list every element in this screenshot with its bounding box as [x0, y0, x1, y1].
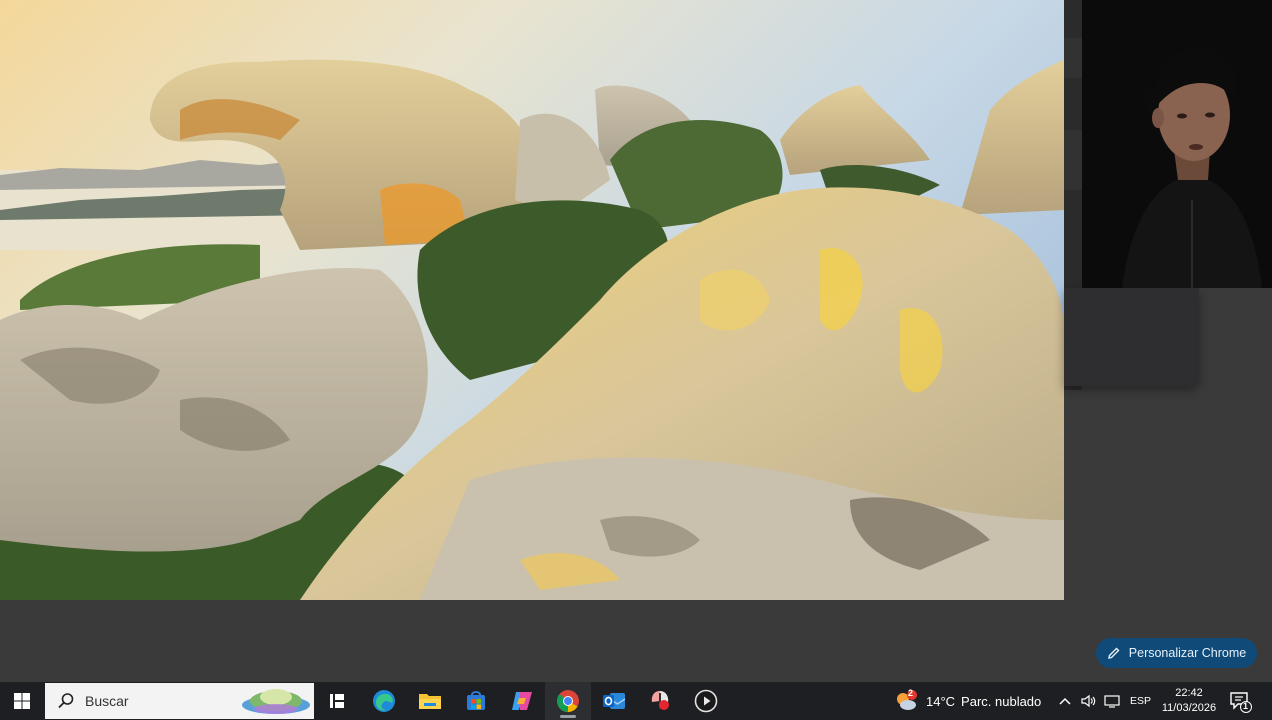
wallpaper-photo — [0, 0, 1064, 600]
chrome-side-panel — [1064, 288, 1199, 386]
clock-time: 22:42 — [1175, 687, 1203, 699]
media-player-button[interactable] — [683, 682, 729, 720]
file-explorer-button[interactable] — [407, 682, 453, 720]
pencil-icon — [1107, 647, 1120, 659]
personalize-chrome-label: Personalizar Chrome — [1128, 646, 1247, 660]
windows-logo-icon — [14, 693, 30, 709]
chrome-icon — [557, 690, 579, 712]
weather-partly-cloudy-icon — [897, 690, 917, 710]
language-indicator[interactable]: ESP — [1130, 682, 1151, 720]
clock[interactable]: 22:42 11/03/2026 — [1158, 686, 1220, 716]
tray-overflow-button[interactable] — [1058, 682, 1072, 720]
search-icon — [58, 693, 74, 709]
chrome-button[interactable] — [545, 682, 591, 720]
personalize-chrome-button[interactable]: Personalizar Chrome — [1096, 638, 1257, 668]
copilot-button[interactable] — [499, 682, 545, 720]
volume-icon — [1081, 694, 1096, 708]
copilot-icon — [512, 692, 532, 710]
search-box[interactable]: Buscar — [45, 683, 314, 719]
play-icon — [694, 689, 718, 713]
outlook-icon — [603, 693, 626, 709]
weather-condition: Parc. nublado — [961, 693, 1042, 709]
chevron-up-icon — [1059, 697, 1071, 705]
webcam-overlay — [1082, 0, 1272, 288]
start-button[interactable] — [0, 682, 44, 720]
edge-button[interactable] — [361, 682, 407, 720]
notification-icon — [1230, 692, 1252, 713]
desktop: Personalizar Chrome — [0, 0, 1272, 682]
outlook-button[interactable] — [591, 682, 637, 720]
weather-widget[interactable]: 2 14°C Parc. nublado — [894, 682, 1041, 720]
language-label: ESP — [1130, 695, 1152, 707]
store-icon — [467, 691, 485, 710]
weather-badge: 2 — [908, 688, 914, 698]
folder-icon — [419, 694, 441, 709]
active-indicator — [560, 715, 576, 718]
task-view-button[interactable] — [314, 682, 360, 720]
app-icon — [651, 691, 669, 710]
network-button[interactable] — [1103, 682, 1121, 720]
volume-button[interactable] — [1080, 682, 1096, 720]
edge-icon — [373, 690, 395, 712]
network-icon — [1104, 695, 1120, 708]
notification-center-button[interactable]: 1 — [1228, 689, 1252, 718]
task-view-icon — [330, 694, 344, 708]
search-placeholder: Buscar — [85, 693, 129, 709]
red-app-button[interactable] — [637, 682, 683, 720]
notification-count: 1 — [1243, 701, 1249, 711]
clock-date: 11/03/2026 — [1161, 702, 1217, 714]
store-button[interactable] — [453, 682, 499, 720]
search-highlight-art — [242, 689, 310, 714]
weather-temp: 14°C — [926, 693, 956, 709]
